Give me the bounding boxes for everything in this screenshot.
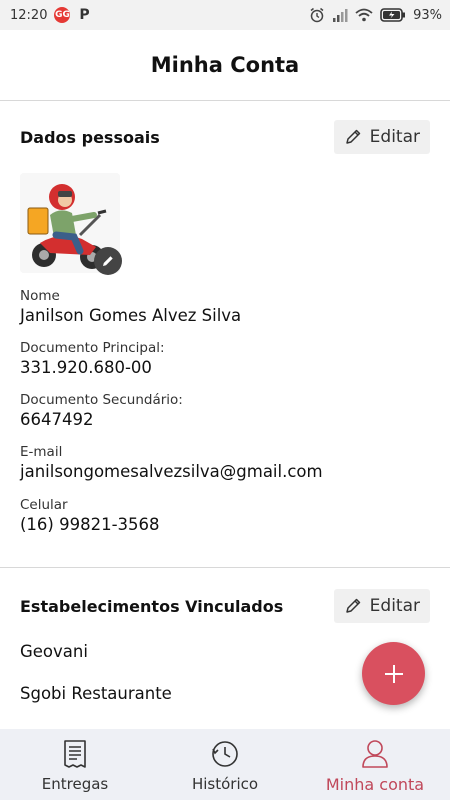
edit-personal-button[interactable]: Editar [333,120,430,154]
bottom-navigation: Entregas Histórico Minha conta [0,729,450,800]
plus-icon [384,664,403,683]
establishment-item[interactable]: Sgobi Restaurante [20,684,172,703]
signal-icon [332,8,348,22]
field-phone: Celular (16) 99821-3568 [20,496,160,536]
nav-label: Entregas [41,775,109,793]
profile-photo[interactable] [20,173,122,275]
field-email: E-mail janilsongomesalvezsilva@gmail.com [20,443,323,483]
nav-item-historico[interactable]: Histórico [150,729,300,800]
field-secondary-document: Documento Secundário: 6647492 [20,391,183,431]
field-label: Documento Principal: [20,340,165,356]
field-value: janilsongomesalvezsilva@gmail.com [20,462,323,481]
edit-personal-label: Editar [369,127,420,147]
battery-level: 93% [413,7,442,23]
pencil-icon [345,129,360,144]
field-value: (16) 99821-3568 [20,515,160,534]
edit-establishments-label: Editar [369,596,420,616]
field-label: Nome [20,288,60,304]
establishments-section-title: Estabelecimentos Vinculados [20,596,284,616]
field-value: 331.920.680-00 [20,358,152,377]
nav-label: Histórico [191,775,259,793]
field-name: Nome Janilson Gomes Alvez Silva [20,287,241,327]
nav-label: Minha conta [325,775,425,794]
status-bar: 12:20 GG P 93% [0,0,450,30]
wifi-icon [355,8,373,22]
field-label: Celular [20,497,68,513]
alarm-icon [309,7,325,23]
personal-section-title: Dados pessoais [20,127,160,147]
field-label: E-mail [20,444,63,460]
personal-section-header: Dados pessoais Editar [0,120,450,154]
page-title: Minha Conta [150,53,300,77]
edit-photo-button[interactable] [94,247,122,275]
field-value: 6647492 [20,410,94,429]
establishments-section-header: Estabelecimentos Vinculados Editar [0,589,450,623]
section-divider [0,567,450,568]
field-value: Janilson Gomes Alvez Silva [20,306,242,325]
notification-badge-icon: GG [54,7,71,23]
establishment-item[interactable]: Geovani [20,642,88,661]
user-icon [362,740,388,768]
field-primary-document: Documento Principal: 331.920.680-00 [20,339,165,379]
field-label: Documento Secundário: [20,392,183,408]
nav-item-minha-conta[interactable]: Minha conta [300,729,450,800]
pencil-icon [345,598,360,613]
app-notification-icon: P [79,7,90,23]
document-list-icon [64,740,86,768]
status-time: 12:20 [10,7,48,23]
edit-establishments-button[interactable]: Editar [333,589,430,623]
status-left: 12:20 GG P [10,7,91,23]
status-right: 93% [309,7,442,23]
history-clock-icon [212,741,238,767]
battery-icon [380,8,406,22]
account-content: Dados pessoais Editar Nome Janilson Gome… [0,101,450,729]
add-establishment-button[interactable] [362,642,425,705]
pencil-icon [103,256,113,266]
nav-item-entregas[interactable]: Entregas [0,729,150,800]
app-header: Minha Conta [0,30,450,101]
